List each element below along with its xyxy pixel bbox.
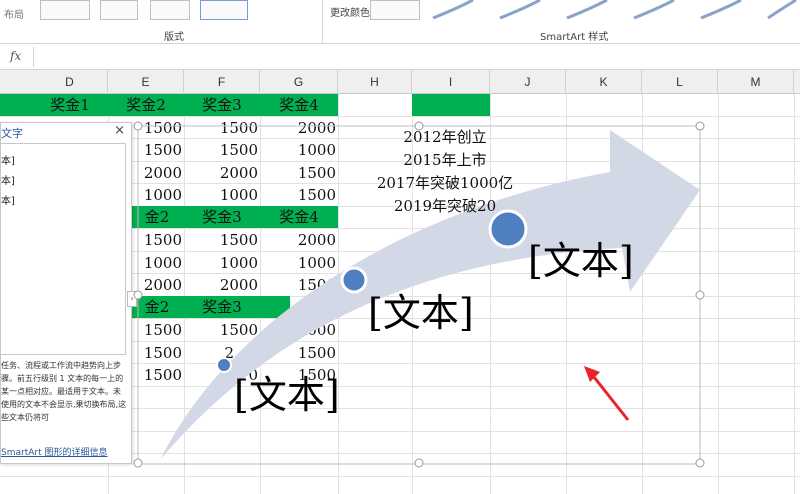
- placeholder-text-3[interactable]: [文本]: [528, 230, 634, 285]
- resize-handle[interactable]: [133, 458, 143, 468]
- annotation-arrow-line: [588, 371, 630, 421]
- year-line: 2012年创立: [403, 128, 487, 146]
- milestone-dot-1[interactable]: [216, 357, 232, 373]
- resize-handle[interactable]: [133, 121, 143, 131]
- resize-handle[interactable]: [133, 290, 143, 300]
- placeholder-text-1[interactable]: [文本]: [234, 364, 340, 419]
- smartart-canvas: [133, 121, 705, 468]
- resize-handle[interactable]: [695, 290, 705, 300]
- smartart-graphic: 2012年创立 2015年上市 2017年突破1000亿 2019年突破20 […: [0, 0, 800, 494]
- year-line: 2015年上市: [403, 151, 487, 169]
- resize-handle[interactable]: [695, 121, 705, 131]
- milestone-dot-2[interactable]: [340, 266, 368, 294]
- year-line: 2019年突破20: [393, 197, 497, 215]
- milestone-years[interactable]: 2012年创立 2015年上市 2017年突破1000亿 2019年突破20: [360, 126, 530, 218]
- year-line: 2017年突破1000亿: [376, 174, 514, 192]
- resize-handle[interactable]: [695, 458, 705, 468]
- resize-handle[interactable]: [414, 458, 424, 468]
- placeholder-text-2[interactable]: [文本]: [368, 282, 474, 337]
